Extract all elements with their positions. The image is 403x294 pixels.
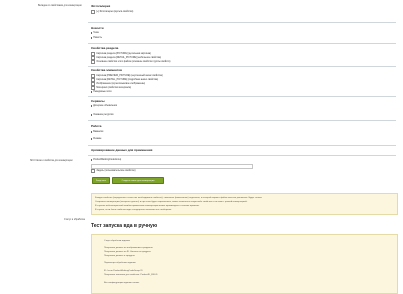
catalog-item-3[interactable]: Основное свойство этого файла (основное … xyxy=(91,60,171,65)
log-line: Получение значения для свойства: Product… xyxy=(104,274,158,276)
catalog-item-label: Основное свойство этого файла (основное … xyxy=(96,61,171,64)
divider xyxy=(88,22,396,23)
elements-item-label: Изображение (мультиязыковое изображение) xyxy=(96,83,146,86)
work-item-label: Вакансии xyxy=(93,131,104,133)
photo-item-label: [+] Фотогалерея (мульти-свойство) xyxy=(96,11,134,14)
section-catalog-title: Свойства раздела xyxy=(91,46,119,50)
notice-line: Каждое свойство (переданное в качестве н… xyxy=(95,197,262,199)
checkbox-icon[interactable] xyxy=(91,10,96,15)
log-line: Получение данных по ID. Начало по продук… xyxy=(104,251,151,253)
create-conversion-button[interactable]: Создать новое для конвертации xyxy=(112,177,164,184)
log-line: Получение данных по отображению и раздел… xyxy=(104,247,153,249)
section-news-title: Новости xyxy=(91,26,104,30)
checkbox-icon[interactable] xyxy=(91,86,96,91)
news-item-label: Новость xyxy=(93,37,102,39)
sku-checkbox[interactable]: Задать (пользовательское свойство) xyxy=(91,169,136,174)
elements-item-4[interactable]: Материал (свойство материала) xyxy=(91,86,131,91)
work-item-2[interactable]: Резюме xyxy=(91,138,101,140)
sku-radio[interactable]: ProductMarkingCodeGroup xyxy=(91,159,121,161)
divider xyxy=(88,155,396,156)
info-notice: Каждое свойство (переданное в качестве н… xyxy=(91,193,398,215)
bullet-icon xyxy=(91,114,93,116)
work-item-label: Резюме xyxy=(93,138,102,140)
apply-button[interactable]: Запустить xyxy=(92,177,110,184)
bullet-icon xyxy=(91,91,93,93)
sku-checkbox-label: Задать (пользовательское свойство) xyxy=(96,170,136,173)
section-services-title: Сервисы xyxy=(91,99,105,103)
divider xyxy=(88,145,396,146)
section-work-title: Работа xyxy=(91,124,102,128)
notice-line: Сохранить конвертацию (которого сделать)… xyxy=(95,201,248,203)
elements-item-label: Картинка [DETAIL_PICTURE] (подробная ано… xyxy=(96,79,159,82)
divider xyxy=(88,96,396,97)
services-item-2[interactable]: Указание ресурсов xyxy=(91,114,113,116)
log-line: Получение данных о продукте xyxy=(104,255,135,257)
admin-page: Вкладка со свойствами для конвертации SK… xyxy=(0,0,403,294)
news-item-theme[interactable]: Тема xyxy=(91,32,99,34)
elements-item-label: Картинка [PREVIEW_PICTURE] (неуспешный а… xyxy=(96,75,163,78)
section-photo-title: Фотогалерея xyxy=(91,4,111,8)
divider xyxy=(88,120,396,121)
main-props-label: Вкладка со свойствами для конвертации xyxy=(38,5,82,7)
bullet-icon xyxy=(91,131,93,133)
divider xyxy=(88,43,396,44)
log-line: Старт обработки задания xyxy=(104,240,130,242)
bullet-icon xyxy=(91,37,93,39)
catalog-item-label: Картинка раздела [PICTURE] (детальная ка… xyxy=(96,53,151,56)
status-title: Тест запуска вда в ручную xyxy=(91,223,158,229)
log-box: Старт обработки задания Получение данных… xyxy=(91,234,398,294)
log-line: Параметры обработки задания xyxy=(104,262,136,264)
status-label: Статус и обработка xyxy=(64,219,85,221)
photo-item[interactable]: [+] Фотогалерея (мульти-свойство) xyxy=(91,10,134,15)
news-item-label: Тема xyxy=(93,32,99,34)
elements-extra[interactable]: Невидимые поля xyxy=(91,91,111,93)
log-line: Все конфигурации задания готовы xyxy=(104,282,140,284)
divider xyxy=(88,66,396,67)
bullet-icon xyxy=(91,32,93,34)
elements-item-label: Материал (свойство материала) xyxy=(96,87,131,90)
services-item-label: Дочерние объявления xyxy=(93,105,117,107)
elements-extra-label: Невидимые поля xyxy=(93,91,112,93)
notice-line: В случае, если было свойство вида станда… xyxy=(95,209,172,211)
catalog-item-label: Картинка раздела [DETAIL_PICTURE] (небол… xyxy=(96,57,162,60)
services-item-1[interactable]: Дочерние объявления xyxy=(91,105,117,107)
services-item-label: Указание ресурсов xyxy=(93,114,114,116)
sku-radio-label: ProductMarkingCodeGroup xyxy=(93,159,122,161)
work-item-1[interactable]: Вакансии xyxy=(91,131,103,133)
log-line: ID: Issue.ProductMarkingCodeGroup ID xyxy=(104,270,143,272)
checkbox-icon[interactable] xyxy=(91,60,96,65)
notice-line: В случаев неблагоприятной ошибки примене… xyxy=(95,205,200,207)
bullet-icon xyxy=(91,138,93,140)
radio-icon[interactable] xyxy=(91,159,93,161)
checkbox-icon[interactable] xyxy=(91,169,96,174)
bullet-icon xyxy=(91,105,93,107)
news-item-news[interactable]: Новость xyxy=(91,37,102,39)
sku-props-label: SKU Связи и свойства для конвертации xyxy=(30,160,73,162)
section-elements-title: Свойства элементов xyxy=(91,68,122,72)
section-structure-title: Архивирование данных для применения xyxy=(91,148,153,152)
